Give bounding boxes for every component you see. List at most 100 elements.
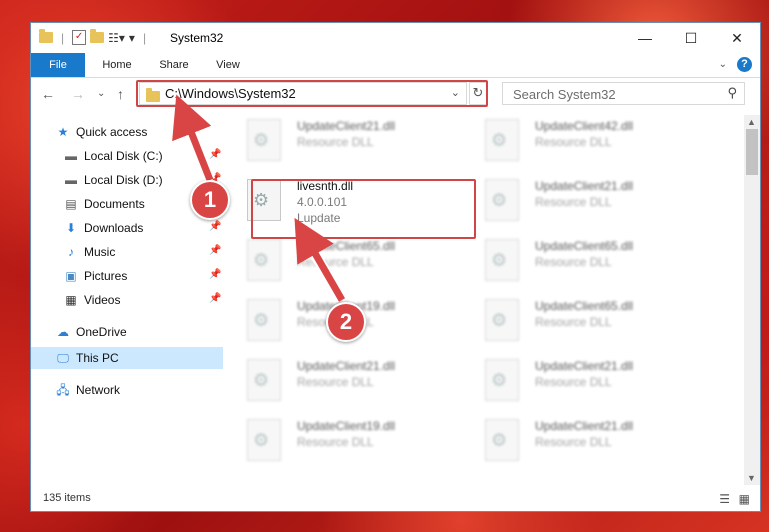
file-name: UpdateClient21.dll: [297, 119, 396, 133]
scrollbar-thumb[interactable]: [746, 129, 758, 175]
maximize-button[interactable]: ☐: [668, 23, 714, 53]
list-item[interactable]: UpdateClient65.dll Resource DLL: [465, 295, 695, 349]
document-icon: ▤: [65, 197, 77, 211]
list-item[interactable]: UpdateClient21.dll Resource DLL: [465, 355, 695, 409]
help-icon[interactable]: ?: [737, 57, 752, 72]
sidebar-item-label: OneDrive: [76, 325, 127, 339]
tab-share[interactable]: Share: [149, 53, 199, 77]
pin-icon[interactable]: 📌: [209, 149, 221, 160]
window-title: System32: [170, 31, 224, 45]
list-item[interactable]: UpdateClient21.dll Resource DLL: [465, 415, 695, 469]
sidebar-item-local-disk-d[interactable]: ▬ Local Disk (D:): [63, 169, 163, 191]
file-description: Resource DLL: [535, 195, 612, 209]
dll-file-icon: [485, 119, 519, 161]
folder-icon: [39, 29, 53, 43]
step-1-badge: 1: [190, 180, 230, 220]
customize-toolbar-icon[interactable]: ☷▾: [108, 31, 125, 45]
file-highlight-box: [251, 179, 476, 239]
forward-arrow-icon[interactable]: →: [71, 86, 85, 102]
scroll-up-icon[interactable]: ▲: [747, 117, 756, 127]
scroll-down-icon[interactable]: ▼: [747, 473, 756, 483]
network-icon: 🖧: [56, 383, 70, 397]
file-description: Resource DLL: [535, 135, 612, 149]
file-name: UpdateClient21.dll: [535, 419, 634, 433]
close-button[interactable]: ✕: [714, 23, 760, 53]
navigation-pane: ★ Quick access ▬ Local Disk (C:) 📌 ▬ Loc…: [31, 115, 223, 485]
title-bar: | ✓ ☷▾ ▾ | System32 — ☐ ✕: [31, 23, 760, 55]
address-highlight-box: [136, 80, 488, 107]
pin-icon[interactable]: 📌: [209, 245, 221, 256]
sidebar-item-quick-access[interactable]: ★ Quick access: [55, 121, 148, 143]
file-description: Resource DLL: [535, 315, 612, 329]
dll-file-icon: [247, 359, 281, 401]
file-explorer-window: | ✓ ☷▾ ▾ | System32 — ☐ ✕ File Home Shar…: [30, 22, 761, 512]
sidebar-item-onedrive[interactable]: ☁ OneDrive: [55, 321, 127, 343]
search-input[interactable]: [511, 86, 715, 103]
drive-icon: ▬: [65, 173, 77, 187]
pin-icon[interactable]: 📌: [209, 293, 221, 304]
status-bar: 135 items ☰ ▦: [31, 485, 760, 511]
dll-file-icon: [485, 359, 519, 401]
properties-check-icon[interactable]: ✓: [72, 30, 87, 45]
drive-icon: ▬: [65, 149, 77, 163]
file-name: UpdateClient42.dll: [535, 119, 634, 133]
sidebar-item-downloads[interactable]: ⬇ Downloads: [63, 217, 143, 239]
computer-icon: 🖵: [57, 351, 69, 365]
back-arrow-icon[interactable]: ←: [41, 86, 55, 102]
list-item[interactable]: UpdateClient65.dll Resource DLL: [465, 235, 695, 289]
chevron-down-icon[interactable]: ⌄: [719, 59, 727, 70]
toolbar-dropdown-icon[interactable]: ▾: [129, 31, 135, 45]
list-item[interactable]: UpdateClient21.dll Resource DLL: [465, 175, 695, 229]
pictures-icon: ▣: [65, 269, 77, 283]
file-name: UpdateClient65.dll: [535, 299, 634, 313]
file-description: Resource DLL: [535, 375, 612, 389]
minimize-button[interactable]: —: [622, 23, 668, 53]
tab-home[interactable]: Home: [89, 53, 145, 77]
sidebar-item-videos[interactable]: ▦ Videos: [63, 289, 120, 311]
window-controls: — ☐ ✕: [622, 23, 760, 53]
sidebar-item-this-pc[interactable]: 🖵 This PC: [55, 347, 118, 369]
file-description: Resource DLL: [297, 255, 374, 269]
dll-file-icon: [485, 179, 519, 221]
sidebar-item-label: Pictures: [84, 269, 128, 283]
recent-locations-chevron-icon[interactable]: ⌄: [97, 88, 105, 99]
sidebar-item-network[interactable]: 🖧 Network: [55, 379, 120, 401]
new-folder-icon[interactable]: [90, 29, 105, 43]
search-box[interactable]: ⚲: [502, 82, 745, 105]
sidebar-item-documents[interactable]: ▤ Documents: [63, 193, 145, 215]
dll-file-icon: [247, 239, 281, 281]
sidebar-item-label: Network: [76, 383, 121, 397]
dll-file-icon: [485, 419, 519, 461]
file-description: Resource DLL: [297, 375, 374, 389]
quick-access-toolbar: | ✓ ☷▾ ▾ |: [39, 29, 150, 45]
file-name: UpdateClient65.dll: [535, 239, 634, 253]
up-arrow-icon[interactable]: ↑: [117, 86, 124, 102]
sidebar-item-label: Documents: [84, 197, 145, 211]
details-view-icon[interactable]: ☰: [719, 492, 730, 506]
ribbon-tabs: File Home Share View ⌄ ?: [31, 53, 760, 78]
list-item[interactable]: UpdateClient21.dll Resource DLL: [227, 355, 457, 409]
tab-file[interactable]: File: [31, 53, 85, 77]
navigation-bar: ← → ⌄ ↑ C:\Windows\System32 ⌄ ↻ ⚲: [31, 78, 760, 112]
file-name: UpdateClient21.dll: [297, 359, 396, 373]
tab-view[interactable]: View: [205, 53, 251, 77]
list-item[interactable]: UpdateClient42.dll Resource DLL: [465, 115, 695, 169]
download-icon: ⬇: [65, 221, 77, 235]
list-item[interactable]: UpdateClient65.dll Resource DLL: [227, 235, 457, 289]
list-item[interactable]: UpdateClient21.dll Resource DLL: [227, 115, 457, 169]
cloud-icon: ☁: [57, 325, 69, 339]
dll-file-icon: [247, 299, 281, 341]
sidebar-item-music[interactable]: ♪ Music: [63, 241, 115, 263]
sidebar-item-label: Quick access: [76, 125, 148, 139]
pin-icon[interactable]: 📌: [209, 221, 221, 232]
large-icons-view-icon[interactable]: ▦: [739, 492, 750, 506]
search-icon: ⚲: [727, 85, 737, 100]
list-item[interactable]: UpdateClient19.dll Resource DLL: [227, 415, 457, 469]
file-description: Resource DLL: [535, 435, 612, 449]
sidebar-item-pictures[interactable]: ▣ Pictures: [63, 265, 127, 287]
vertical-scrollbar[interactable]: ▲ ▼: [744, 115, 760, 485]
sidebar-item-local-disk-c[interactable]: ▬ Local Disk (C:): [63, 145, 163, 167]
pin-icon[interactable]: 📌: [209, 269, 221, 280]
star-icon: ★: [57, 125, 69, 139]
toolbar-separator: |: [142, 30, 147, 45]
